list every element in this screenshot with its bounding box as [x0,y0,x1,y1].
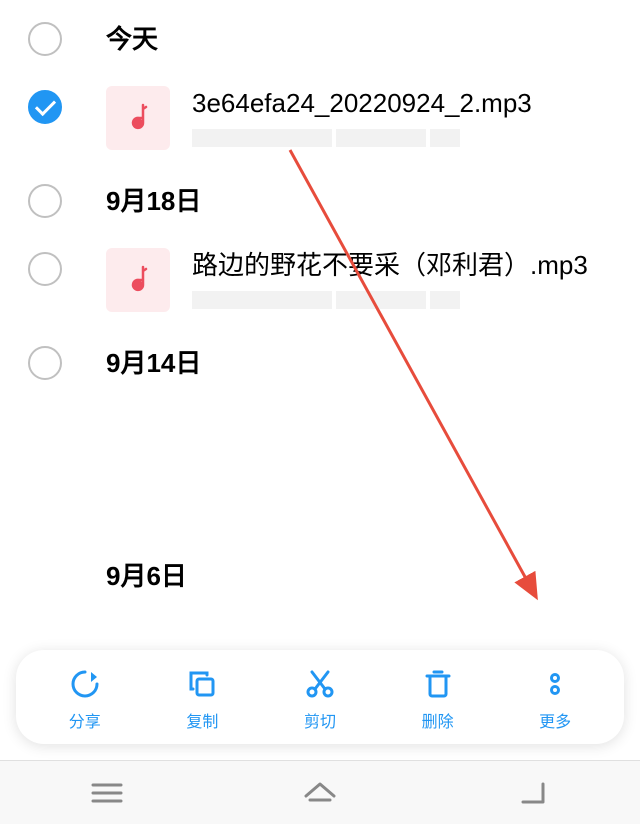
file-meta [192,129,612,147]
section-header-sep14[interactable]: 9月14日 [0,324,640,398]
more-icon [537,666,573,702]
checkbox-file[interactable] [28,252,62,286]
toolbar-label: 更多 [539,708,571,732]
section-label: 9月6日 [106,556,187,593]
section-label: 9月14日 [106,343,201,380]
file-name: 路边的野花不要采（邓利君）.mp3 [192,248,612,283]
checkbox-today[interactable] [28,22,62,56]
nav-menu-button[interactable] [67,773,147,813]
section-header-sep6[interactable]: 9月6日 [0,548,640,611]
checkbox-sep18[interactable] [28,184,62,218]
toolbar-label: 删除 [422,708,454,732]
action-toolbar: 分享 复制 剪切 删除 [16,650,624,744]
cut-icon [302,666,338,702]
music-file-icon [106,248,170,312]
file-details: 路边的野花不要采（邓利君）.mp3 [192,248,612,309]
copy-button[interactable]: 复制 [144,666,262,732]
home-icon [300,778,340,808]
nav-back-button[interactable] [493,773,573,813]
section-header-sep18[interactable]: 9月18日 [0,162,640,236]
checkbox-file[interactable] [28,90,62,124]
delete-icon [420,666,456,702]
file-meta [192,291,612,309]
checkbox-sep14[interactable] [28,346,62,380]
back-icon [513,778,553,808]
toolbar-label: 剪切 [304,708,336,732]
section-label: 9月18日 [106,181,201,218]
music-file-icon [106,86,170,150]
nav-home-button[interactable] [280,773,360,813]
menu-icon [87,778,127,808]
cut-button[interactable]: 剪切 [261,666,379,732]
copy-icon [184,666,220,702]
section-header-today[interactable]: 今天 [0,0,640,74]
file-item[interactable]: 路边的野花不要采（邓利君）.mp3 [0,236,640,324]
navigation-bar [0,760,640,824]
section-label: 今天 [106,19,158,56]
delete-button[interactable]: 删除 [379,666,497,732]
toolbar-label: 复制 [186,708,218,732]
file-details: 3e64efa24_20220924_2.mp3 [192,86,612,147]
toolbar-label: 分享 [69,708,101,732]
share-icon [67,666,103,702]
file-item[interactable]: 3e64efa24_20220924_2.mp3 [0,74,640,162]
file-name: 3e64efa24_20220924_2.mp3 [192,86,612,121]
file-list: 今天 3e64efa24_20220924_2.mp3 9月18日 [0,0,640,611]
share-button[interactable]: 分享 [26,666,144,732]
more-button[interactable]: 更多 [496,666,614,732]
